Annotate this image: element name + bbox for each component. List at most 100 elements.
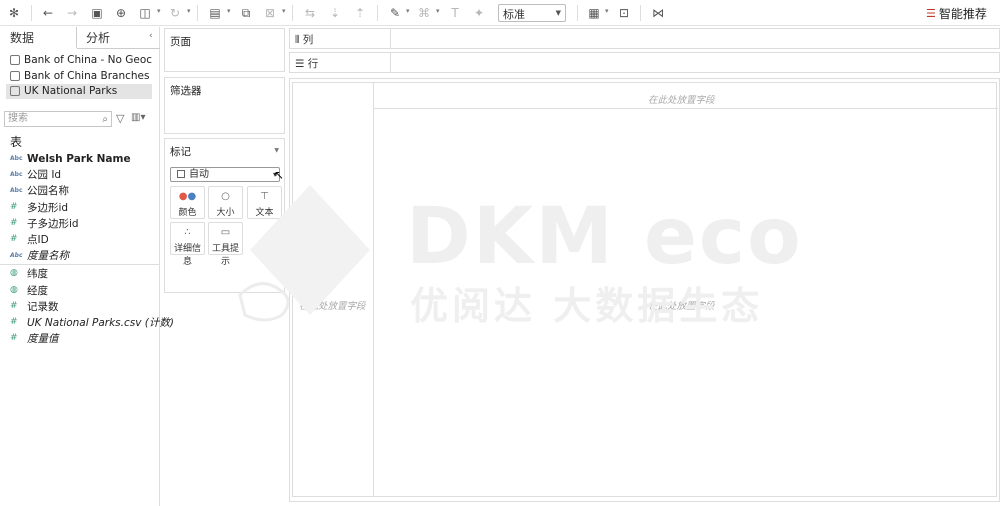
filter-icon[interactable]: ▽ — [116, 112, 124, 125]
smart-recommend-button[interactable]: ☰ 智能推荐 — [926, 5, 987, 22]
size-label: 大小 — [216, 208, 235, 218]
drop-field-columns[interactable]: 在此处放置字段 — [648, 92, 715, 106]
datasource-item[interactable]: Bank of China - No Geoc... — [6, 53, 152, 68]
duplicate-sheet-icon[interactable]: ⧉ — [236, 3, 256, 23]
rows-shelf[interactable]: ☰ 行 — [289, 52, 1000, 73]
field-item[interactable]: # 子多边形id — [10, 216, 158, 231]
collapse-pane-icon[interactable]: ‹ — [149, 31, 153, 41]
text-label: 文本 — [255, 208, 274, 218]
text-icon: ⊤ — [260, 191, 269, 202]
share-icon[interactable]: ⋈ — [648, 3, 668, 23]
field-label: 度量值 — [27, 332, 59, 345]
search-placeholder: 搜索 — [8, 113, 28, 124]
string-type-icon: Abc — [10, 252, 23, 259]
detail-button[interactable]: ∴ 详细信息 — [170, 222, 205, 267]
shelf-divider — [390, 29, 391, 48]
field-item[interactable]: Abc 公园名称 — [10, 183, 158, 198]
fit-select[interactable]: 标准 ▼ — [498, 4, 566, 22]
view-options-icon[interactable]: ▥▾ — [131, 112, 145, 123]
shelf-divider — [390, 53, 391, 72]
refresh-caret-icon[interactable]: ▾ — [187, 7, 191, 15]
string-type-icon: Abc — [10, 155, 23, 162]
field-label: 经度 — [27, 284, 48, 297]
save-icon[interactable]: ▣ — [87, 3, 107, 23]
group-caret-icon[interactable]: ▾ — [436, 7, 440, 15]
text-button[interactable]: ⊤ 文本 — [247, 186, 282, 219]
field-item[interactable]: # UK National Parks.csv (计数) — [10, 315, 174, 330]
toolbar-separator — [377, 5, 378, 21]
new-worksheet-caret-icon[interactable]: ▾ — [227, 7, 231, 15]
clear-sheet-caret-icon[interactable]: ▾ — [282, 7, 286, 15]
drop-field-rows[interactable]: 在此处放置字段 — [299, 298, 366, 312]
field-label: 子多边形id — [27, 217, 79, 230]
field-item[interactable]: ◍ 经度 — [10, 283, 158, 298]
rows-shelf-label: ☰ 行 — [295, 56, 318, 71]
view-canvas[interactable]: 在此处放置字段 在此处放置字段 在此处放置字段 — [289, 78, 1000, 502]
toolbar-separator — [197, 5, 198, 21]
field-item[interactable]: Abc 度量名称 — [10, 248, 158, 263]
refresh-icon[interactable]: ↻ — [165, 3, 185, 23]
color-label: 颜色 — [178, 208, 197, 218]
field-item[interactable]: # 度量值 — [10, 331, 158, 346]
show-cards-caret-icon[interactable]: ▾ — [605, 7, 609, 15]
rows-icon: ☰ — [295, 58, 305, 70]
tab-data[interactable]: 数据 — [0, 27, 77, 49]
data-pane: 数据 分析 ‹ Bank of China - No Geoc... Bank … — [0, 27, 174, 506]
pause-updates-icon[interactable]: ◫ — [135, 3, 155, 23]
pause-updates-caret-icon[interactable]: ▾ — [157, 7, 161, 15]
mark-type-select[interactable]: 自动 ▾ — [170, 167, 280, 182]
search-input[interactable]: 搜索 ⌕ — [4, 111, 112, 127]
show-labels-icon[interactable]: T — [445, 3, 465, 23]
drop-field-center[interactable]: 在此处放置字段 — [648, 298, 715, 312]
clear-sheet-icon[interactable]: ⊠ — [260, 3, 280, 23]
new-datasource-icon[interactable]: ⊕ — [111, 3, 131, 23]
pages-card[interactable]: 页面 — [164, 28, 285, 72]
columns-shelf-label: ⫴ 列 — [295, 32, 313, 47]
columns-shelf-text: 列 — [302, 34, 314, 46]
color-button[interactable]: ●● 颜色 — [170, 186, 205, 219]
undo-icon[interactable]: ← — [38, 3, 58, 23]
new-worksheet-icon[interactable]: ▤ — [205, 3, 225, 23]
marks-menu-caret-icon[interactable]: ▼ — [274, 147, 279, 154]
dimension-measure-divider — [0, 264, 160, 265]
chevron-down-icon: ▼ — [555, 9, 561, 17]
filters-card[interactable]: 筛选器 — [164, 77, 285, 134]
marks-card-title: 标记 — [170, 146, 191, 158]
field-label: Welsh Park Name — [27, 152, 131, 165]
globe-icon: ◍ — [10, 285, 18, 295]
field-label: 公园 Id — [27, 168, 62, 181]
smart-recommend-label: 智能推荐 — [938, 7, 987, 21]
datasource-label: Bank of China Branches — [24, 70, 150, 82]
field-label: 公园名称 — [27, 184, 69, 197]
show-cards-icon[interactable]: ▦ — [584, 3, 604, 23]
size-icon: ○ — [221, 191, 230, 202]
pin-icon[interactable]: ✦ — [469, 3, 489, 23]
filters-card-title: 筛选器 — [170, 85, 202, 97]
search-icon: ⌕ — [102, 114, 108, 125]
tooltip-button[interactable]: ▭ 工具提示 — [208, 222, 243, 267]
sort-descending-icon[interactable]: ⇡ — [350, 3, 370, 23]
highlight-caret-icon[interactable]: ▾ — [406, 7, 410, 15]
marks-card: 标记 ▼ 自动 ▾ ●● 颜色 ○ 大小 ⊤ 文本 ∴ 详细信息 ▭ 工具提示 — [164, 138, 285, 293]
fit-select-value: 标准 — [503, 8, 525, 21]
redo-icon[interactable]: → — [62, 3, 82, 23]
datasource-item[interactable]: Bank of China Branches — [6, 69, 152, 84]
group-icon[interactable]: ⌘ — [414, 3, 434, 23]
presentation-mode-icon[interactable]: ⊡ — [614, 3, 634, 23]
rows-shelf-text: 行 — [307, 58, 319, 70]
datasource-item-selected[interactable]: UK National Parks — [6, 84, 152, 99]
swap-icon[interactable]: ⇆ — [300, 3, 320, 23]
field-item[interactable]: Abc 公园 Id — [10, 167, 158, 182]
field-item[interactable]: # 多边形id — [10, 200, 158, 215]
globe-icon: ◍ — [10, 268, 18, 278]
highlight-icon[interactable]: ✎ — [385, 3, 405, 23]
field-item[interactable]: # 记录数 — [10, 299, 158, 314]
field-item[interactable]: Abc Welsh Park Name — [10, 151, 158, 166]
field-item[interactable]: ◍ 纬度 — [10, 266, 158, 281]
size-button[interactable]: ○ 大小 — [208, 186, 243, 219]
tab-analysis[interactable]: 分析 — [77, 27, 147, 49]
field-item[interactable]: # 点ID — [10, 232, 158, 247]
tableau-logo-icon[interactable]: ✻ — [4, 3, 24, 23]
columns-shelf[interactable]: ⫴ 列 — [289, 28, 1000, 49]
sort-ascending-icon[interactable]: ⇣ — [325, 3, 345, 23]
